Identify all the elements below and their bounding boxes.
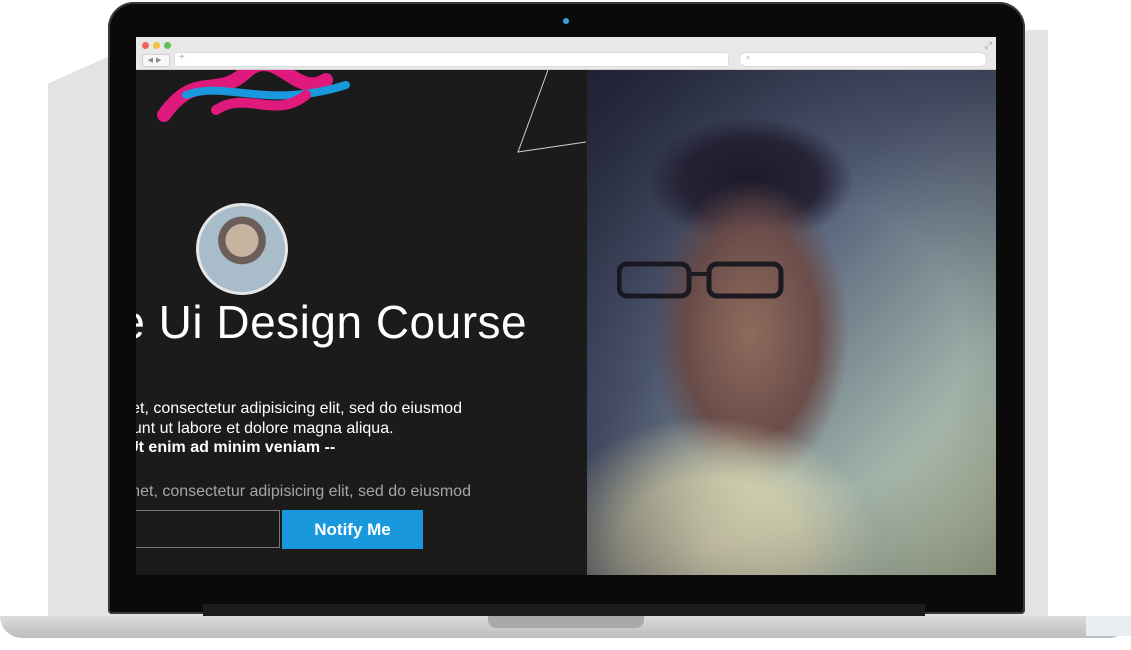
sub-description: t amet, consectetur adipisicing elit, se… [136,483,471,500]
maximize-window-button[interactable] [164,42,171,49]
back-forward-icon[interactable]: ◀▶ [142,54,170,67]
address-bar[interactable]: + [174,52,729,67]
laptop-base-notch [488,616,644,628]
search-icon: ⌕ [746,53,751,62]
decorative-triangle [517,70,586,153]
browser-search-input[interactable]: ⌕ [739,52,987,67]
quote-text: -- Ut enim ad minim veniam -- [136,439,336,456]
browser-toolbar: ◀▶ + ⌕ ⤢ [136,37,996,70]
page-title: te Ui Design Course [136,296,528,348]
laptop-hinge [203,604,925,616]
description: t amet, consectetur adipisicing elit, se… [136,399,462,439]
brush-logo [157,70,350,122]
laptop-base-edge [1086,616,1131,636]
laptop-screen: ◀▶ + ⌕ ⤢ te Ui Design Course t amet, con… [136,37,996,575]
plus-icon[interactable]: + [179,52,185,63]
photo-vignette [587,70,996,575]
landing-page-panel: te Ui Design Course t amet, consectetur … [136,70,586,575]
close-window-button[interactable] [142,42,149,49]
minimize-window-button[interactable] [153,42,160,49]
hero-photo [587,70,996,575]
webcam [563,18,569,24]
email-field[interactable] [136,510,280,548]
description-line-2: cididunt ut labore et dolore magna aliqu… [136,420,394,437]
expand-icon[interactable]: ⤢ [985,40,992,51]
notify-me-button[interactable]: Notify Me [282,510,423,549]
avatar [196,203,288,295]
description-line-1: t amet, consectetur adipisicing elit, se… [136,400,462,417]
